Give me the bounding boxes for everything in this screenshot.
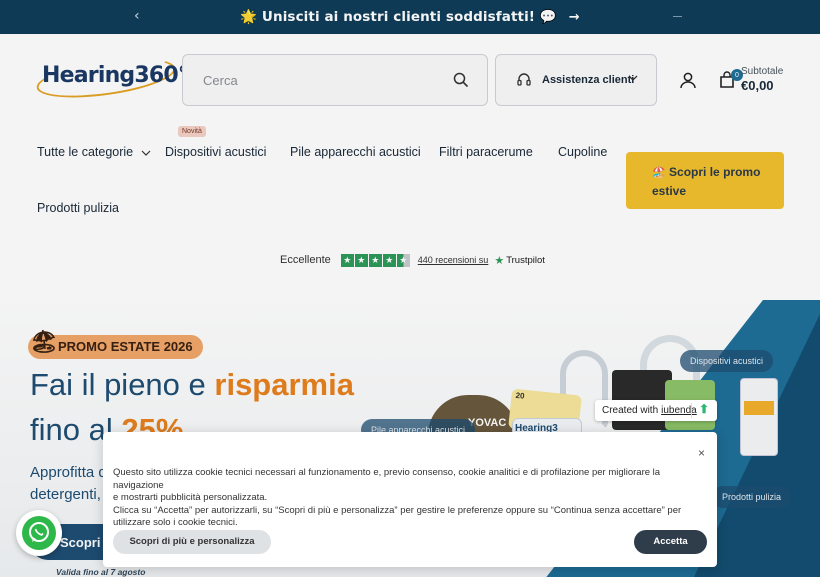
trustpilot-rating-label: Eccellente <box>280 254 331 266</box>
umbrella-icon: 🏖️ <box>652 167 666 179</box>
star-icon: ★ <box>354 253 368 267</box>
star-icon: ★ <box>382 253 396 267</box>
assistance-dropdown[interactable]: Assistenza clienti <box>495 54 657 106</box>
whatsapp-glyph <box>29 522 49 542</box>
nav-all-categories[interactable]: Tutte le categorie <box>37 145 151 159</box>
trustpilot-reviews-link[interactable]: 440 recensioni su <box>418 255 489 265</box>
search-icon[interactable] <box>453 72 469 88</box>
announcement-bar: ‹ 🌟 Unisciti ai nostri clienti soddisfat… <box>0 0 820 34</box>
cookie-text: Questo sito utilizza cookie tecnici nece… <box>113 467 693 530</box>
iubenda-badge[interactable]: Created with iubenda ⬆ <box>595 400 717 421</box>
promo-valid-until: Valida fino al 7 agosto <box>56 567 146 577</box>
cookie-accept-button[interactable]: Accetta <box>634 530 707 554</box>
subtotal-value[interactable]: €0,00 <box>741 78 774 93</box>
subtotal-label: Subtotale <box>741 66 784 77</box>
hero-headline-highlight: risparmia <box>214 367 354 402</box>
user-icon[interactable] <box>679 71 697 89</box>
assistance-label: Assistenza clienti <box>542 74 635 86</box>
nav-all-categories-label: Tutte le categorie <box>37 145 134 159</box>
trustpilot-star-icon: ★ <box>494 254 505 267</box>
carousel-prev-button[interactable]: ‹ <box>134 8 140 24</box>
cookie-text-line: utilizzare solo i cookie tecnici. <box>113 517 238 528</box>
chevron-down-icon <box>628 75 638 81</box>
nav-hearing-devices[interactable]: Dispositivi acustici <box>165 145 266 159</box>
star-icon: ★ <box>368 253 382 267</box>
carousel-indicator[interactable] <box>673 16 682 17</box>
search-input[interactable]: Cerca <box>182 54 488 106</box>
announcement-link[interactable]: 🌟 Unisciti ai nostri clienti soddisfatti… <box>240 9 580 25</box>
hero-description: Approfitta d <box>30 464 107 481</box>
umbrella-icon: 🏖 <box>30 329 58 354</box>
nav-cleaning-products[interactable]: Prodotti pulizia <box>37 201 119 215</box>
logo[interactable]: Hearing360° <box>34 51 189 105</box>
tag-cleaning-products[interactable]: Prodotti pulizia <box>712 486 792 508</box>
new-badge: Novità <box>178 126 206 137</box>
hero-headline-text: Fai il pieno e <box>30 367 215 402</box>
search-placeholder: Cerca <box>203 73 238 88</box>
promo-pill-label: PROMO ESTATE 2026 <box>58 339 193 354</box>
battery-card-text: 20 <box>515 390 525 401</box>
whatsapp-icon <box>22 516 56 550</box>
nav-domes[interactable]: Cupoline <box>558 145 607 159</box>
summer-promo-button[interactable]: 🏖️ Scopri le promo estive <box>626 152 784 209</box>
cookie-banner: × Questo sito utilizza cookie tecnici ne… <box>103 432 717 567</box>
cookie-text-line: e mostrarti pubblicità personalizzata. <box>113 492 268 503</box>
hero-headline-line1: Fai il pieno e risparmia <box>30 367 354 403</box>
whatsapp-button[interactable] <box>16 510 62 556</box>
hero-description: detergenti, <box>30 486 101 503</box>
nav-batteries[interactable]: Pile apparecchi acustici <box>290 145 421 159</box>
tag-hearing-devices[interactable]: Dispositivi acustici <box>680 350 774 372</box>
page: ‹ 🌟 Unisciti ai nostri clienti soddisfat… <box>0 0 820 577</box>
cookie-customize-button[interactable]: Scopri di più e personalizza <box>113 530 271 554</box>
iubenda-logo-icon: ⬆ <box>699 402 710 416</box>
headset-icon <box>517 73 531 86</box>
cookie-text-line: Clicca su “Accetta” per autorizzarli, su… <box>113 504 682 516</box>
chevron-down-icon <box>141 150 151 156</box>
trustpilot-brand-name: Trustpilot <box>506 254 545 266</box>
star-icon: ★ <box>340 253 354 267</box>
trustpilot-brand: ★ Trustpilot <box>494 254 545 267</box>
nav-wax-filters[interactable]: Filtri paracerume <box>439 145 533 159</box>
iubenda-prefix: Created with <box>602 405 659 416</box>
trustpilot-stars: ★ ★ ★ ★ ★ <box>340 253 410 267</box>
divider <box>691 403 692 418</box>
close-icon[interactable]: × <box>698 446 705 460</box>
cookie-text-line: Questo sito utilizza cookie tecnici nece… <box>113 467 661 491</box>
trustpilot-widget[interactable]: Eccellente ★ ★ ★ ★ ★ 440 recensioni su ★… <box>280 253 545 267</box>
logo-text: Hearing360° <box>42 63 189 88</box>
promo-pill: 🏖 PROMO ESTATE 2026 <box>28 330 203 359</box>
summer-promo-label: Scopri le promo estive <box>652 165 761 198</box>
announcement-text: 🌟 Unisciti ai nostri clienti soddisfatti… <box>240 9 557 25</box>
arrow-right-icon: → <box>568 9 580 25</box>
cleaning-product-image <box>740 378 778 456</box>
half-star-icon: ★ <box>396 253 410 267</box>
